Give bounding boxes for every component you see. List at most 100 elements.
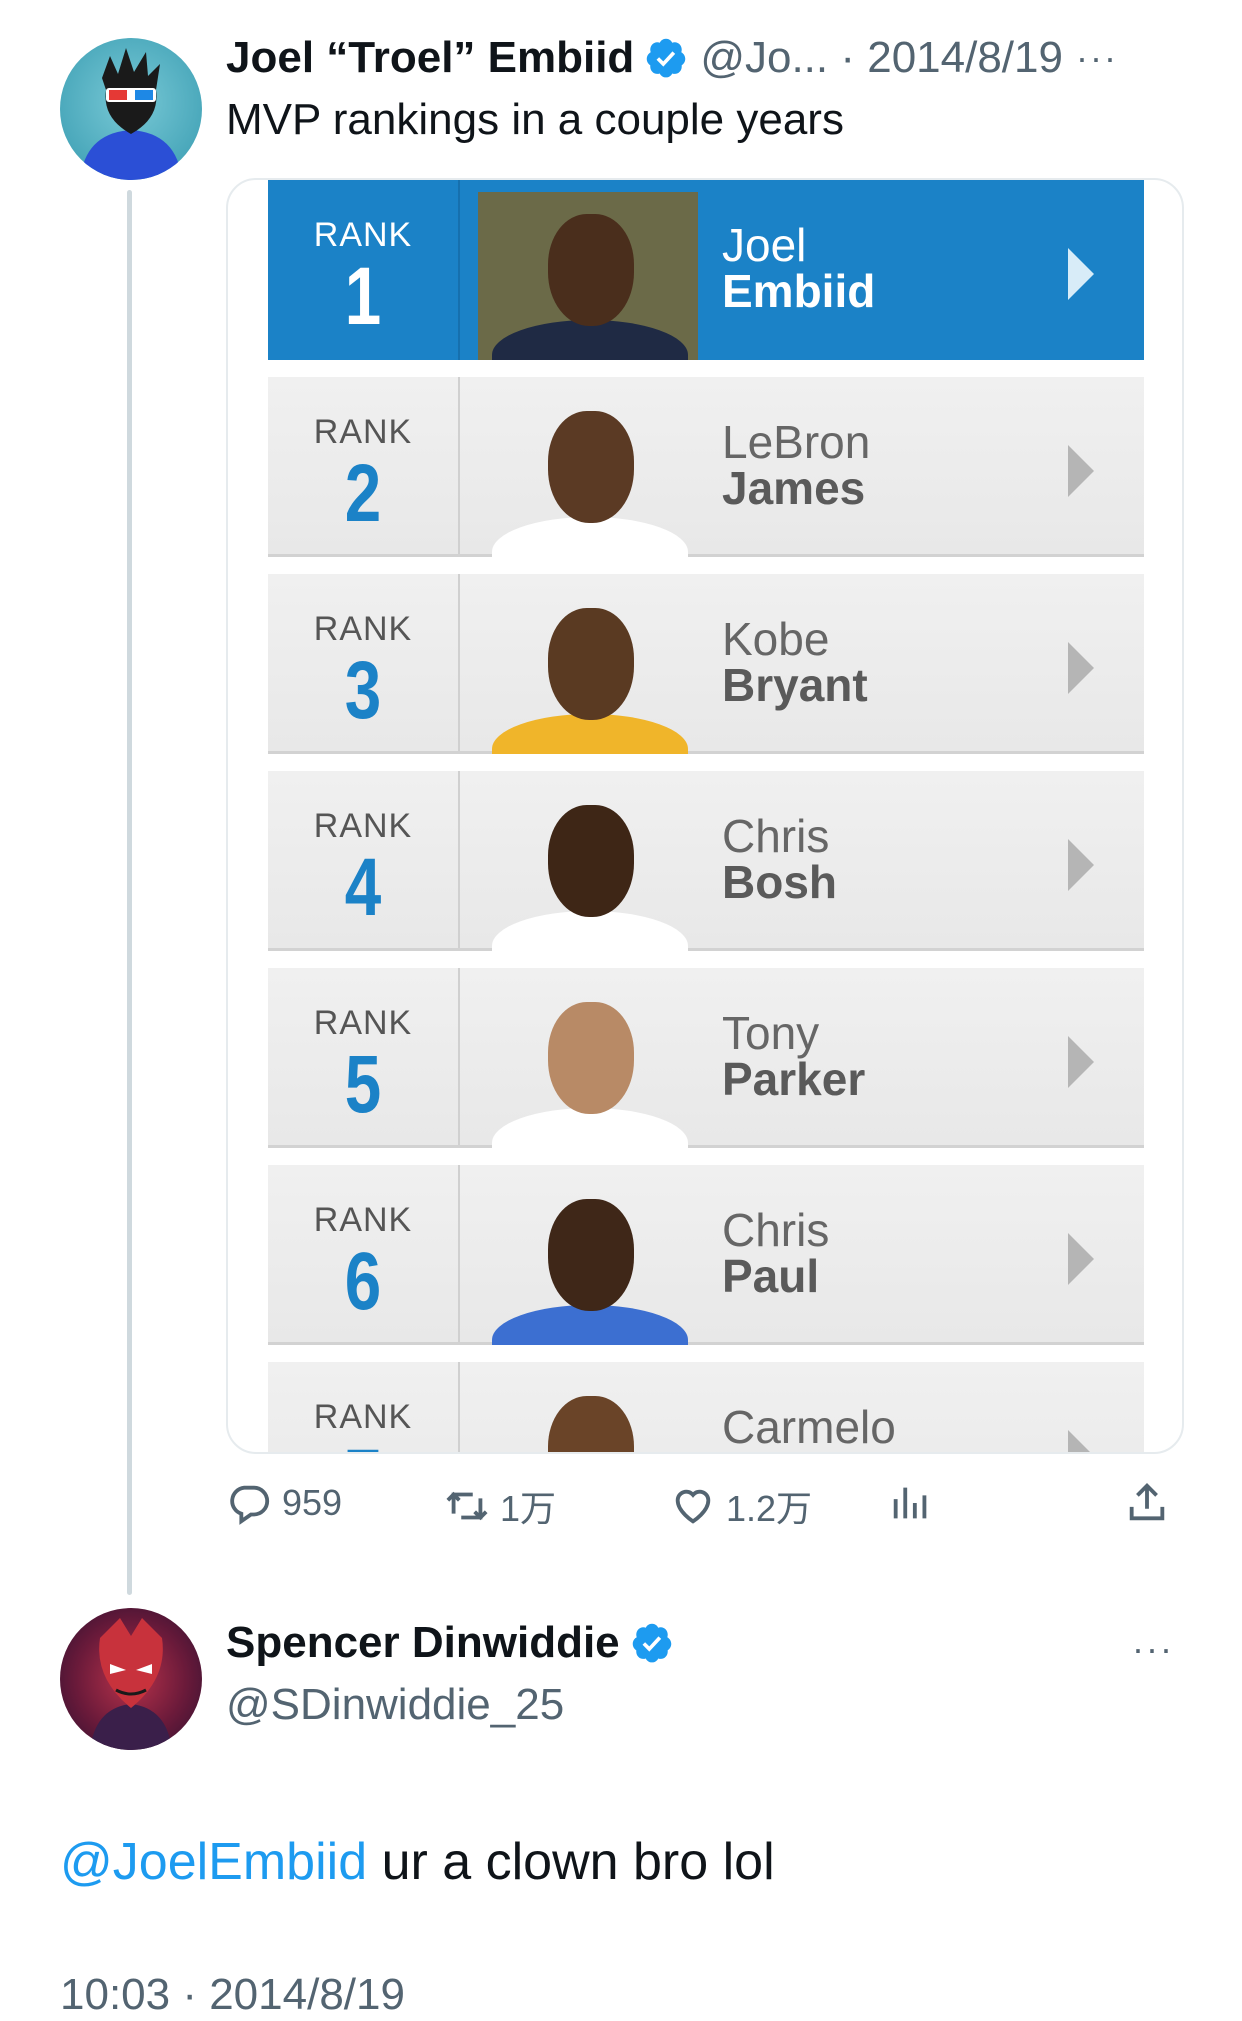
player-first-name: Chris — [722, 1204, 830, 1256]
mention-link[interactable]: @JoelEmbiid — [60, 1833, 367, 1891]
tweet-text: MVP rankings in a couple years — [226, 95, 844, 144]
reply-author-name[interactable]: Spencer Dinwiddie — [226, 1618, 620, 1668]
rank-label: RANK — [313, 1004, 413, 1042]
player-last-name: Parker — [722, 1053, 866, 1105]
player-photo — [478, 192, 698, 360]
player-photo — [478, 586, 698, 754]
views-button[interactable] — [888, 1480, 934, 1526]
share-button[interactable] — [1124, 1480, 1170, 1526]
player-head — [548, 805, 634, 917]
player-photo — [478, 1374, 698, 1452]
more-options-icon[interactable]: ··· — [1076, 37, 1118, 79]
player-last-name: James — [722, 462, 866, 514]
player-name: Chris Bosh — [722, 813, 837, 905]
player-head — [548, 608, 634, 720]
player-photo — [478, 783, 698, 951]
play-arrow-icon — [1068, 839, 1094, 891]
ranking-row: RANK 2 LeBron James — [268, 377, 1144, 557]
player-jersey — [492, 911, 688, 951]
retweet-count: 1万 — [500, 1488, 557, 1529]
ranking-row: RANK 4 Chris Bosh — [268, 771, 1144, 951]
retweet-button[interactable]: 1万 — [444, 1480, 556, 1532]
player-photo — [478, 389, 698, 557]
player-head — [548, 411, 634, 523]
share-upload-icon — [1129, 1483, 1165, 1521]
play-arrow-icon — [1068, 1036, 1094, 1088]
rank-cell: RANK 6 — [268, 1165, 460, 1342]
verified-badge-icon — [647, 38, 686, 78]
handle-and-date[interactable]: @Jo... · 2014/8/19 — [700, 33, 1063, 83]
analytics-bar-icon — [893, 1487, 927, 1519]
player-first-name: Carmelo — [722, 1401, 896, 1453]
more-options-icon[interactable]: ··· — [1132, 1628, 1174, 1670]
player-head — [548, 214, 634, 326]
rank-number: 5 — [344, 1039, 382, 1130]
reply-text: @JoelEmbiid ur a clown bro lol — [60, 1832, 775, 1892]
player-jersey — [492, 1108, 688, 1148]
play-arrow-icon — [1068, 1430, 1094, 1452]
player-jersey — [492, 320, 688, 360]
player-name: Carmelo — [722, 1404, 896, 1450]
reply-icon — [230, 1485, 270, 1525]
rank-cell: RANK 5 — [268, 968, 460, 1145]
heart-icon — [675, 1489, 711, 1524]
ranking-row: RANK 1 Joel Embiid — [268, 180, 1144, 360]
verified-badge-icon — [632, 1623, 671, 1663]
rank-number: 1 — [344, 251, 382, 342]
player-jersey — [492, 1305, 688, 1345]
author-name[interactable]: Joel “Troel” Embiid — [226, 33, 634, 83]
rank-number: 3 — [344, 645, 382, 736]
rank-number: 7 — [287, 1437, 439, 1453]
reply-button[interactable]: 959 — [226, 1480, 342, 1526]
player-jersey — [492, 714, 688, 754]
play-arrow-icon — [1068, 248, 1094, 300]
rank-number: 2 — [344, 448, 382, 539]
avatar[interactable] — [60, 38, 202, 180]
rank-label: RANK — [313, 807, 413, 845]
player-photo — [478, 1177, 698, 1345]
player-photo — [478, 980, 698, 1148]
ranking-row: RANK 5 Tony Parker — [268, 968, 1144, 1148]
player-name: Chris Paul — [722, 1207, 829, 1299]
retweet-icon — [446, 1491, 488, 1521]
like-button[interactable]: 1.2万 — [670, 1480, 812, 1532]
reply-author-handle[interactable]: @SDinwiddie_25 — [226, 1680, 564, 1730]
rank-label: RANK — [313, 216, 413, 254]
player-first-name: Chris — [722, 810, 830, 862]
ranking-row: RANK7 Carmelo — [268, 1362, 1144, 1453]
like-count: 1.2万 — [726, 1488, 813, 1529]
player-first-name: Tony — [722, 1007, 820, 1059]
player-last-name: Bosh — [722, 856, 837, 908]
player-first-name: Kobe — [722, 613, 830, 665]
ranking-row: RANK 3 Kobe Bryant — [268, 574, 1144, 754]
player-jersey — [492, 517, 688, 557]
avatar-illustration — [80, 48, 182, 180]
play-arrow-icon — [1068, 642, 1094, 694]
tweet-media-image[interactable]: RANK 1 Joel Embiid RANK 2 LeBron James RANK 3 Kobe… — [226, 178, 1184, 1454]
player-first-name: Joel — [722, 219, 807, 271]
rank-cell: RANK 3 — [268, 574, 460, 751]
player-last-name: Bryant — [722, 659, 868, 711]
rank-cell: RANK 1 — [268, 180, 460, 360]
reply-body: ur a clown bro lol — [367, 1833, 775, 1891]
rank-label: RANK — [313, 1201, 413, 1239]
player-last-name: Paul — [722, 1250, 820, 1302]
player-head — [548, 1396, 634, 1452]
reply-author-header: Spencer Dinwiddie — [226, 1618, 686, 1668]
player-head — [548, 1002, 634, 1114]
avatar[interactable] — [60, 1608, 202, 1750]
rank-cell: RANK 4 — [268, 771, 460, 948]
rank-cell: RANK7 — [268, 1362, 460, 1453]
play-arrow-icon — [1068, 445, 1094, 497]
player-head — [548, 1199, 634, 1311]
rank-number: 6 — [344, 1236, 382, 1327]
player-name: LeBron James — [722, 419, 870, 511]
ranking-row: RANK 6 Chris Paul — [268, 1165, 1144, 1345]
rank-cell: RANK 2 — [268, 377, 460, 554]
thread-connector-line — [127, 190, 132, 1595]
tweet-timestamp[interactable]: 10:03 · 2014/8/19 — [60, 1970, 405, 2020]
player-first-name: LeBron — [722, 416, 871, 468]
rank-label: RANK — [313, 413, 413, 451]
rank-label: RANK — [313, 610, 413, 648]
tweet-header: Joel “Troel” Embiid @Jo... · 2014/8/19 ·… — [226, 30, 1186, 86]
